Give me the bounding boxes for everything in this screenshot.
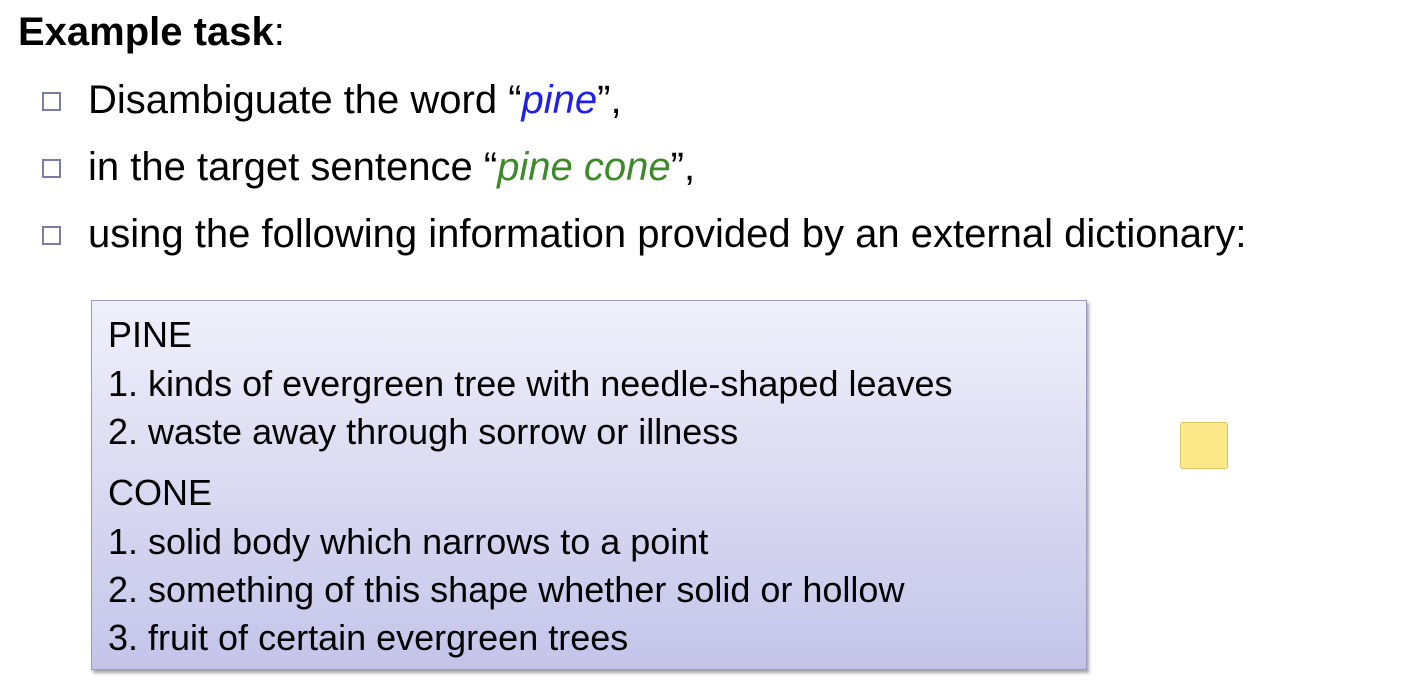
slide-heading: Example task: [18,6,285,58]
cone-sense-1: 1. solid body which narrows to a point [108,521,709,562]
hollow-square-bullet-icon [42,226,61,245]
bullet-text: using the following information provided… [88,212,1247,256]
dictionary-definitions-box: PINE 1. kinds of evergreen tree with nee… [91,300,1087,670]
hollow-square-bullet-icon [42,92,61,111]
heading-colon: : [273,10,285,54]
keyword-pine-cone: pine cone [497,145,671,189]
bullet-text-suffix: ”, [597,78,622,122]
bullet-text-prefix: Disambiguate the word “ [88,78,522,122]
headword-cone: CONE [108,472,213,513]
bullet-text: in the target sentence “pine cone”, [88,139,695,195]
headword-pine: PINE [108,314,193,355]
bullet-text: Disambiguate the word “pine”, [88,72,622,128]
pine-sense-1: 1. kinds of evergreen tree with needle-s… [108,363,953,404]
sticky-note-icon[interactable] [1180,422,1228,469]
cone-sense-2: 2. something of this shape whether solid… [108,569,905,610]
hollow-square-bullet-icon [42,159,61,178]
heading-bold-text: Example task [18,10,274,54]
pine-sense-2: 2. waste away through sorrow or illness [108,411,739,452]
bullet-text-prefix: in the target sentence “ [88,145,498,189]
bullet-text-suffix: ”, [670,145,696,189]
keyword-pine: pine [521,78,598,122]
cone-sense-3: 3. fruit of certain evergreen trees [108,617,629,658]
